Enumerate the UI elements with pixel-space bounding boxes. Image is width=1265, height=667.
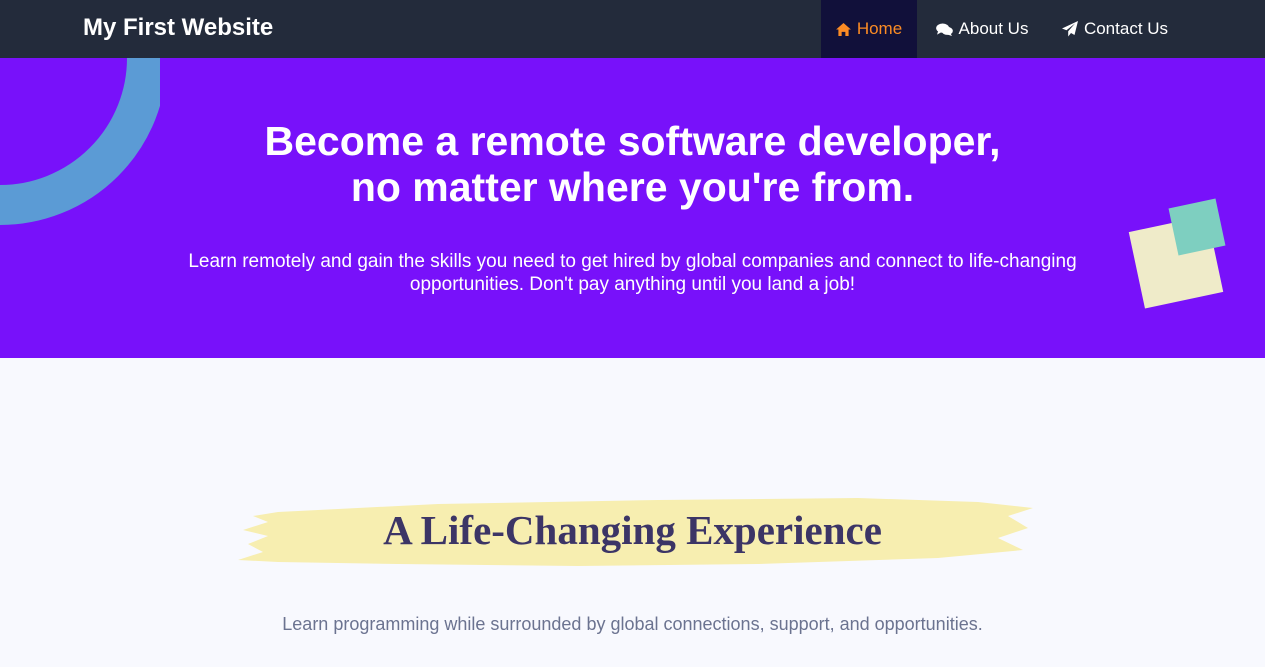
- navbar: My First Website Home About Us Contact U…: [0, 0, 1265, 58]
- nav-item-label: Contact Us: [1083, 19, 1169, 38]
- section-title: A Life-Changing Experience: [383, 507, 882, 553]
- experience-section: A Life-Changing Experience Learn program…: [0, 358, 1265, 667]
- hero-title-line: Become a remote software developer,: [264, 118, 1001, 164]
- comments-icon: [935, 22, 953, 36]
- hero-title-line: no matter where you're from.: [350, 164, 915, 210]
- hero-title: Become a remote software developer, no m…: [0, 118, 1265, 210]
- home-icon: [835, 22, 851, 36]
- nav-item-home[interactable]: Home: [821, 0, 917, 58]
- hero-subtitle: Learn remotely and gain the skills you n…: [188, 251, 1077, 295]
- nav-item-label: About Us: [958, 19, 1029, 38]
- nav-item-about-us[interactable]: About Us: [926, 0, 1038, 58]
- brand-logo[interactable]: My First Website: [83, 13, 273, 43]
- hero-section: Become a remote software developer, no m…: [0, 58, 1265, 358]
- nav-item-label: Home: [856, 19, 903, 38]
- paper-plane-icon: [1061, 21, 1078, 37]
- decorative-squares-shape: [1128, 198, 1226, 309]
- nav-item-contact-us[interactable]: Contact Us: [1052, 0, 1178, 58]
- section-subtitle: Learn programming while surrounded by gl…: [282, 614, 983, 634]
